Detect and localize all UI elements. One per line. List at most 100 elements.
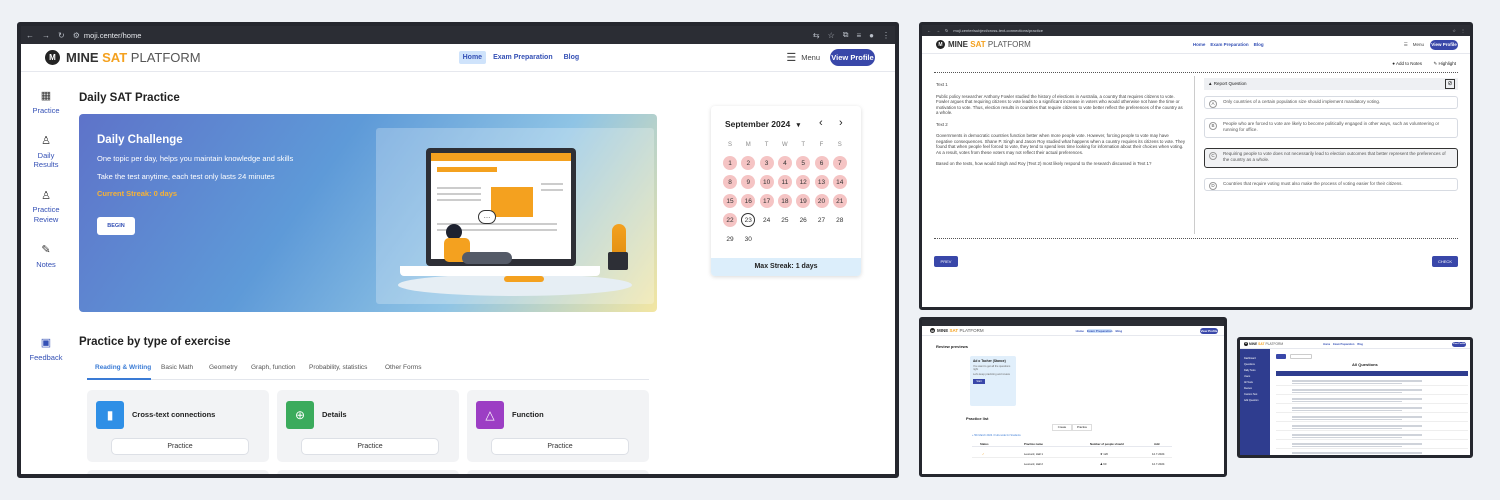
- calendar-day[interactable]: 29: [723, 232, 737, 246]
- exercise-card-function[interactable]: △ Function Practice: [467, 390, 649, 462]
- sidebar-item-feedback[interactable]: ▣ Feedback: [30, 337, 63, 362]
- calendar-day[interactable]: 2: [741, 156, 756, 170]
- reload-icon[interactable]: ↻: [58, 31, 65, 40]
- calendar-day[interactable]: 16: [741, 194, 756, 208]
- calendar-day[interactable]: 27: [815, 213, 829, 227]
- view-profile-button[interactable]: View Profile: [1452, 341, 1466, 347]
- view-profile-button[interactable]: View Profile: [830, 49, 875, 66]
- practice-button[interactable]: Practice: [111, 438, 249, 455]
- table-row[interactable]: [1276, 396, 1468, 404]
- view-profile-button[interactable]: View Profile: [1200, 327, 1218, 334]
- calendar-day[interactable]: 22: [723, 213, 737, 227]
- calendar-day[interactable]: 14: [832, 175, 847, 189]
- tab-graph-function[interactable]: Graph, function: [251, 364, 295, 371]
- calendar-day[interactable]: 25: [778, 213, 792, 227]
- sidebar-item-practice-review[interactable]: ♙ Practice Review: [29, 190, 63, 225]
- reload-icon[interactable]: ↻: [945, 28, 948, 33]
- exercise-card-row2[interactable]: [277, 470, 459, 474]
- sidebar-item-daily-results[interactable]: ♙ Daily Results: [31, 135, 61, 170]
- exercise-card-details[interactable]: ⊕ Details Practice: [277, 390, 459, 462]
- answer-choice-b[interactable]: B People who are forced to vote are likel…: [1204, 118, 1458, 138]
- nav-home[interactable]: Home: [1323, 343, 1330, 346]
- nav-exam-preparation[interactable]: Exam Preparation: [1333, 343, 1354, 346]
- calendar-day[interactable]: 8: [723, 175, 737, 189]
- eliminate-toggle-icon[interactable]: ⊘: [1445, 79, 1455, 89]
- sidebar-item-notes[interactable]: ✎ Notes: [36, 244, 56, 269]
- calendar-day[interactable]: 18: [777, 194, 792, 208]
- calendar-day[interactable]: 1: [723, 156, 737, 170]
- prev-month-icon[interactable]: ‹: [819, 117, 823, 129]
- back-icon[interactable]: ←: [927, 28, 931, 33]
- prev-button[interactable]: PREV: [934, 256, 958, 267]
- brand-logo[interactable]: M MINE SAT PLATFORM: [936, 40, 1031, 49]
- calendar-day-today[interactable]: 23: [741, 213, 756, 227]
- calendar-day[interactable]: 4: [777, 156, 792, 170]
- exercise-card-cross-text-connections[interactable]: ▮ Cross-text connections Practice: [87, 390, 269, 462]
- brand-logo[interactable]: M MINE SAT PLATFORM: [930, 328, 984, 333]
- tab-probability-statistics[interactable]: Probability, statistics: [309, 364, 367, 371]
- sidebar-item-practice[interactable]: ▦ Practice: [32, 90, 59, 115]
- address-bar[interactable]: ⚙ moji.center/home: [73, 31, 805, 40]
- calendar-day[interactable]: 20: [814, 194, 829, 208]
- tab-basic-math[interactable]: Basic Math: [161, 364, 193, 371]
- tab-geometry[interactable]: Geometry: [209, 364, 238, 371]
- nav-exam-preparation[interactable]: Exam Preparation: [1210, 42, 1248, 47]
- answer-choice-c[interactable]: C Requiring people to vote does not neces…: [1204, 148, 1458, 168]
- bookmark-star-icon[interactable]: ☆: [1452, 28, 1456, 33]
- add-to-notes-button[interactable]: ● Add to Notes: [1392, 61, 1422, 66]
- start-button[interactable]: Start: [973, 379, 985, 384]
- exercise-card-row2[interactable]: [87, 470, 269, 474]
- admin-add-button[interactable]: [1276, 354, 1286, 359]
- answer-choice-d[interactable]: D Countries that require voting must also…: [1204, 178, 1458, 191]
- nav-home[interactable]: Home: [458, 51, 487, 64]
- practice-button[interactable]: Practice: [301, 438, 439, 455]
- brand-logo[interactable]: M MINE SAT PLATFORM: [1244, 342, 1283, 346]
- more-options-icon[interactable]: ⋮: [1461, 28, 1465, 33]
- bookmark-star-icon[interactable]: ☆: [828, 31, 835, 40]
- admin-filter-button[interactable]: [1290, 354, 1312, 359]
- table-row[interactable]: [1276, 423, 1468, 431]
- calendar-day[interactable]: 30: [741, 232, 755, 246]
- site-info-icon[interactable]: ⚙: [73, 31, 80, 40]
- calendar-month[interactable]: September 2024 ▾: [725, 119, 800, 129]
- next-month-icon[interactable]: ›: [839, 117, 843, 129]
- tab-search-icon[interactable]: ≡: [856, 31, 861, 40]
- calendar-day[interactable]: 3: [759, 156, 774, 170]
- calendar-day[interactable]: 26: [796, 213, 810, 227]
- nav-blog[interactable]: Blog: [1115, 329, 1122, 333]
- nav-home[interactable]: Home: [1193, 42, 1206, 47]
- extensions-icon[interactable]: ⧉: [843, 30, 849, 40]
- calendar-day[interactable]: 13: [814, 175, 829, 189]
- nav-blog[interactable]: Blog: [1254, 42, 1264, 47]
- table-row[interactable]: [1276, 387, 1468, 395]
- profile-avatar-icon[interactable]: ●: [869, 31, 874, 40]
- forward-icon[interactable]: →: [42, 31, 50, 40]
- calendar-day[interactable]: 7: [832, 156, 847, 170]
- translate-icon[interactable]: ⇆: [813, 31, 820, 40]
- more-options-icon[interactable]: ⋮: [882, 31, 890, 40]
- calendar-day[interactable]: 10: [759, 175, 774, 189]
- highlight-button[interactable]: ✎ Highlight: [1433, 61, 1456, 67]
- table-row[interactable]: [1276, 450, 1468, 455]
- tab-other-forms[interactable]: Other Forms: [385, 364, 421, 371]
- brand-logo[interactable]: M MINE SAT PLATFORM: [45, 50, 201, 65]
- menu-button[interactable]: ☰ Menu: [1404, 42, 1424, 48]
- practice-button[interactable]: Practice: [491, 438, 629, 455]
- tab-reading-writing[interactable]: Reading & Writing: [95, 364, 151, 371]
- table-row[interactable]: [1276, 432, 1468, 440]
- table-row[interactable]: [1276, 441, 1468, 449]
- nav-exam-preparation[interactable]: Exam Preparation: [493, 51, 553, 64]
- nav-exam-preparation[interactable]: Exam Preparation: [1086, 328, 1113, 333]
- address-bar[interactable]: moji.center/subject/cross-text-connectio…: [953, 28, 1447, 33]
- view-profile-button[interactable]: View Profile: [1430, 39, 1458, 50]
- calendar-day[interactable]: 6: [814, 156, 829, 170]
- nav-blog[interactable]: Blog: [1357, 343, 1363, 346]
- report-question-label[interactable]: Report Question: [1214, 81, 1247, 86]
- calendar-day[interactable]: 24: [760, 213, 774, 227]
- practice-toggle[interactable]: Practice: [1072, 424, 1092, 431]
- check-button[interactable]: CHECK: [1432, 256, 1458, 267]
- create-toggle[interactable]: Create: [1052, 424, 1072, 431]
- forward-icon[interactable]: →: [936, 28, 940, 33]
- answer-choice-a[interactable]: A Only countries of a certain population …: [1204, 96, 1458, 109]
- calendar-day[interactable]: 17: [759, 194, 774, 208]
